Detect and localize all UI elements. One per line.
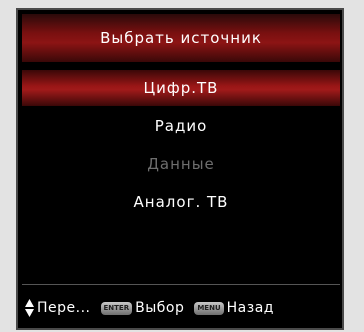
up-down-arrows-icon bbox=[24, 299, 34, 317]
source-menu: Цифр.ТВ Радио Данные Аналог. ТВ bbox=[22, 70, 340, 222]
menu-item-analog-tv[interactable]: Аналог. ТВ bbox=[22, 184, 340, 220]
menu-key-icon: MENU bbox=[194, 301, 224, 315]
enter-key-icon: ENTER bbox=[100, 301, 133, 315]
select-hint-label: Выбор bbox=[135, 300, 185, 316]
back-hint-label: Назад bbox=[226, 300, 274, 316]
menu-item-label: Аналог. ТВ bbox=[133, 193, 229, 211]
menu-item-label: Радио bbox=[154, 117, 208, 135]
footer-divider bbox=[22, 284, 340, 285]
dialog-title-bar: Выбрать источник bbox=[22, 14, 340, 62]
menu-item-label: Данные bbox=[147, 155, 215, 173]
menu-item-label: Цифр.ТВ bbox=[143, 79, 219, 97]
menu-item-radio[interactable]: Радио bbox=[22, 108, 340, 144]
dialog-title: Выбрать источник bbox=[100, 29, 262, 47]
menu-item-digital-tv[interactable]: Цифр.ТВ bbox=[22, 70, 340, 106]
footer-hints: Пере... ENTER Выбор MENU Назад bbox=[18, 290, 342, 326]
menu-item-data: Данные bbox=[22, 146, 340, 182]
navigate-hint-label: Пере... bbox=[37, 300, 91, 316]
source-select-dialog: Выбрать источник Цифр.ТВ Радио Данные Ан… bbox=[16, 8, 344, 330]
